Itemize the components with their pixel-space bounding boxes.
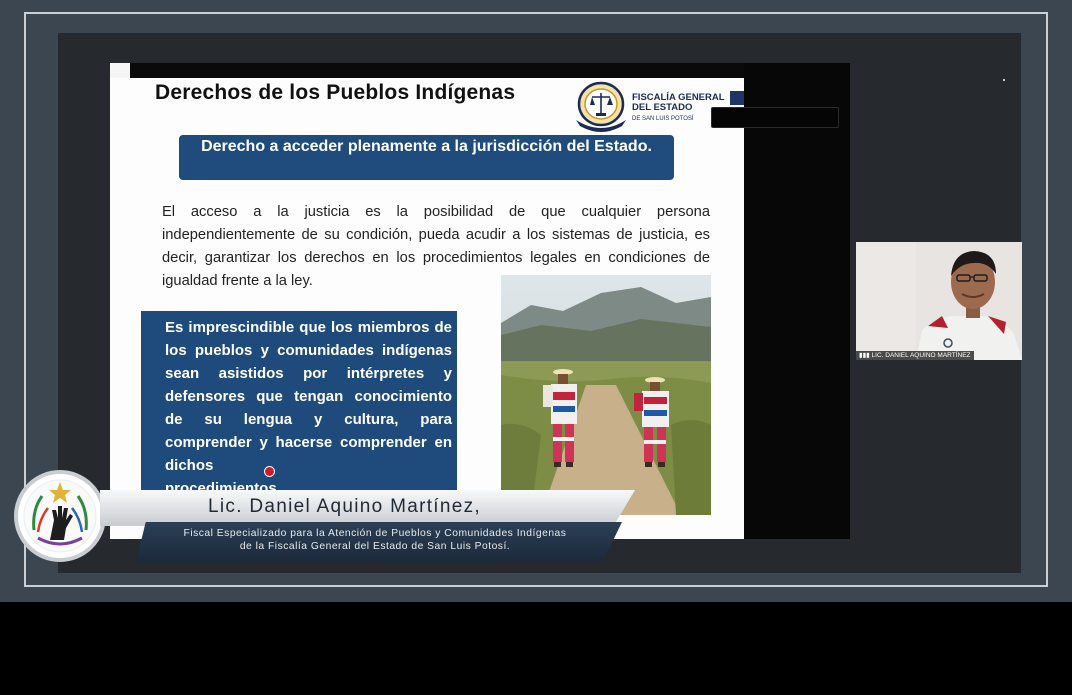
fiscalia-seal-icon — [576, 81, 626, 132]
participant-name-tag: ▮▮▮ LIC. DANIEL AQUINO MARTÍNEZ — [856, 351, 974, 360]
slide-subtitle-banner: Derecho a acceder plenamente a la jurisd… — [179, 135, 674, 180]
slide-edge-accent — [730, 91, 744, 105]
lower-third-role-line-1: Fiscal Especializado para la Atención de… — [183, 528, 567, 539]
highlight-text: Es imprescindible que los miembros de lo… — [165, 316, 452, 500]
lower-third-role-line-2: de la Fiscalía General del Estado de San… — [239, 541, 511, 552]
participant-video — [856, 242, 1022, 360]
participant-name: LIC. DANIEL AQUINO MARTÍNEZ — [871, 352, 971, 359]
lower-third-role: Fiscal Especializado para la Atención de… — [145, 527, 605, 553]
indicator-dot — [1003, 79, 1005, 81]
indigenous-rights-hand-emblem-icon — [14, 470, 106, 562]
signal-bars-icon: ▮▮▮ — [859, 352, 872, 359]
slide-top-edge — [130, 63, 744, 78]
slide-corner — [110, 63, 130, 78]
participant-video-tile[interactable]: ▮▮▮ LIC. DANIEL AQUINO MARTÍNEZ — [856, 242, 1022, 360]
highlight-text-main: Es imprescindible que los miembros de lo… — [165, 319, 452, 474]
slide-title: Derechos de los Pueblos Indígenas — [155, 81, 516, 104]
indigenous-people-photo — [501, 275, 711, 515]
laser-pointer-icon — [264, 466, 275, 477]
presenter-toolbar[interactable] — [711, 107, 839, 128]
presentation-slide: Derechos de los Pueblos Indígenas FISCAL… — [110, 63, 744, 539]
lower-third-name: Lic. Daniel Aquino Martínez, — [208, 496, 481, 517]
